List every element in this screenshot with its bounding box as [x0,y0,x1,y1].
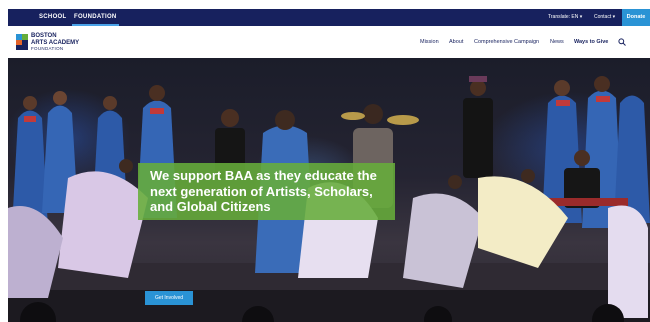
nav-comprehensive-campaign[interactable]: Comprehensive Campaign [474,26,539,58]
translate-dropdown[interactable]: Translate: EN ▾ [548,9,582,26]
hero-heading: We support BAA as they educate the next … [150,168,377,214]
logo-line-3: FOUNDATION [31,46,64,51]
contact-dropdown[interactable]: Contact ▾ [594,9,615,26]
nav-about[interactable]: About [449,26,463,58]
get-involved-button[interactable]: Get Involved [145,291,193,305]
search-icon[interactable] [618,38,626,46]
top-utility-bar: SCHOOL FOUNDATION Translate: EN ▾ Contac… [8,9,648,26]
site-header: BOSTON ARTS ACADEMY FOUNDATION Mission A… [8,26,650,58]
tab-school[interactable]: SCHOOL [39,9,66,26]
nav-news[interactable]: News [550,26,564,58]
nav-mission[interactable]: Mission [420,26,439,58]
logo-wordmark[interactable]: BOSTON ARTS ACADEMY FOUNDATION [31,33,79,53]
tab-foundation[interactable]: FOUNDATION [72,9,119,26]
logo-mark-icon[interactable] [16,34,28,50]
donate-button[interactable]: Donate [622,9,650,26]
nav-ways-to-give[interactable]: Ways to Give [574,26,608,58]
